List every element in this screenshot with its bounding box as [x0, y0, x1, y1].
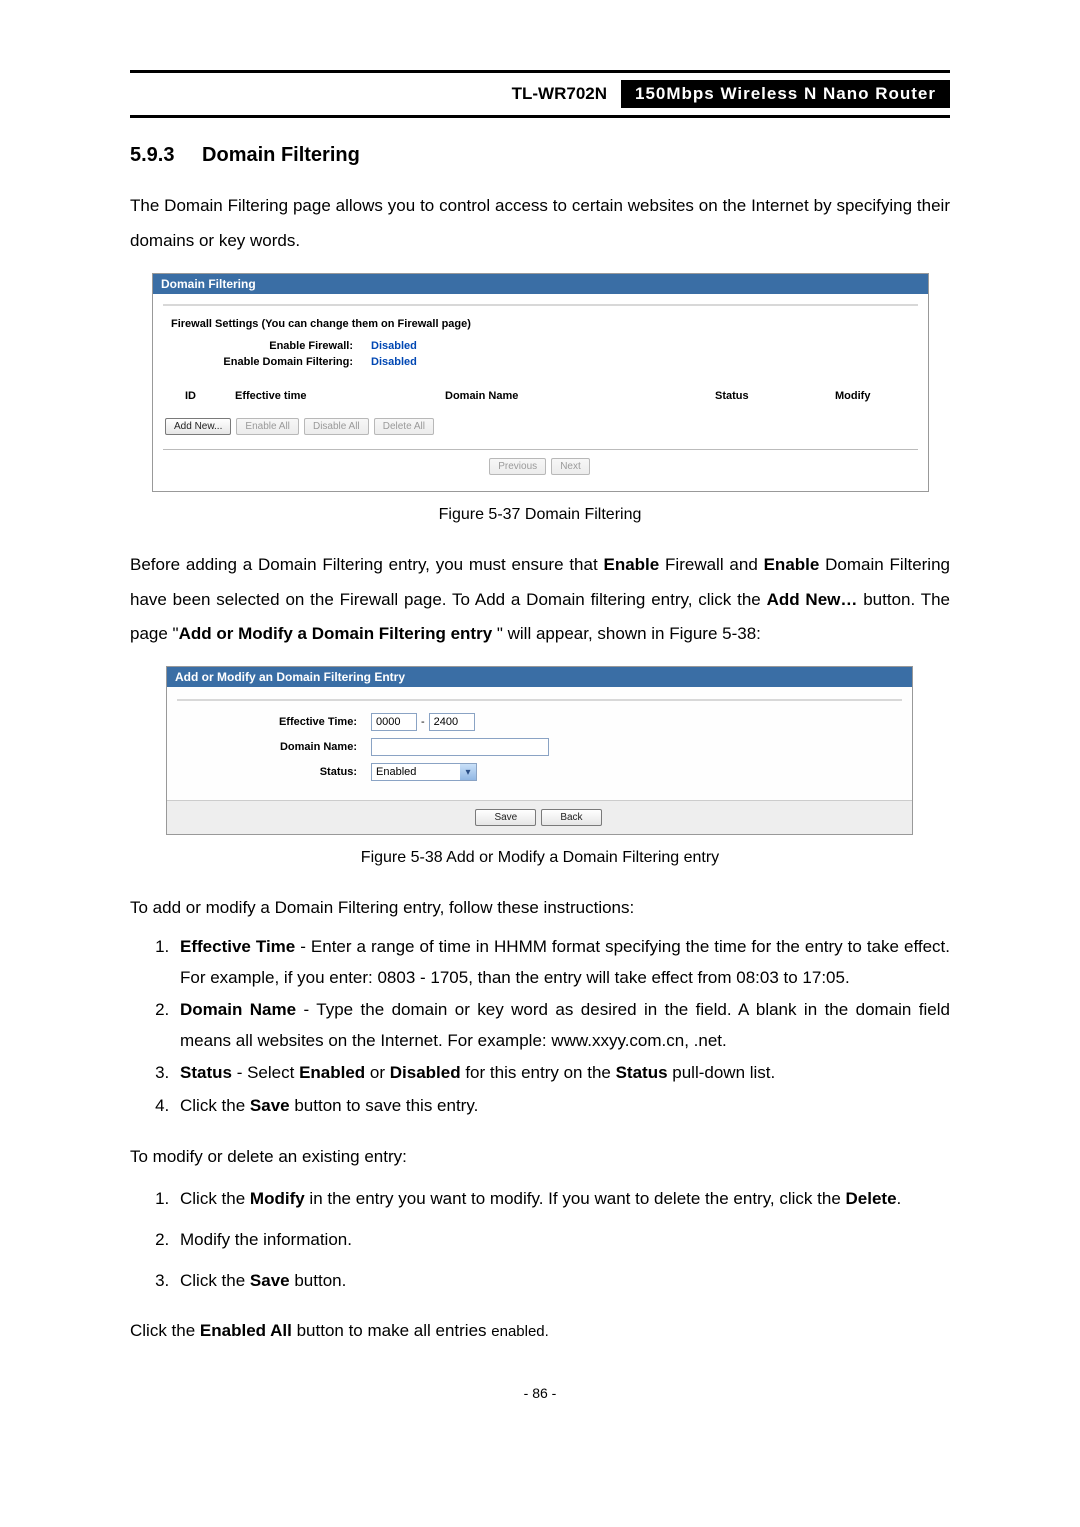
delete-all-button[interactable]: Delete All	[374, 418, 434, 435]
enable-all-button[interactable]: Enable All	[236, 418, 298, 435]
col-domain-name: Domain Name	[445, 390, 715, 402]
status-select-value: Enabled	[376, 766, 416, 778]
doc-header: TL-WR702N 150Mbps Wireless N Nano Router	[130, 70, 950, 118]
pager-row: Previous Next	[163, 458, 918, 481]
back-button[interactable]: Back	[541, 809, 601, 826]
figure-add-modify-entry: Add or Modify an Domain Filtering Entry …	[166, 666, 913, 835]
enable-firewall-label: Enable Firewall:	[163, 340, 353, 352]
list-item: Effective Time - Enter a range of time i…	[174, 932, 950, 993]
footer-line: Click the Enabled All button to make all…	[130, 1314, 950, 1349]
domain-name-input[interactable]	[371, 738, 549, 756]
figure-1-caption: Figure 5-37 Domain Filtering	[130, 506, 950, 524]
effective-time-label: Effective Time:	[177, 716, 357, 728]
previous-button[interactable]: Previous	[489, 458, 546, 475]
domain-name-label: Domain Name:	[177, 741, 357, 753]
enable-firewall-value: Disabled	[371, 340, 417, 352]
section-title: Domain Filtering	[202, 144, 360, 166]
effective-time-to-input[interactable]: 2400	[429, 713, 475, 731]
panel-title-2: Add or Modify an Domain Filtering Entry	[167, 667, 912, 687]
intro-paragraph: The Domain Filtering page allows you to …	[130, 189, 950, 259]
modify-intro: To modify or delete an existing entry:	[130, 1140, 950, 1175]
panel-title: Domain Filtering	[153, 274, 928, 294]
disable-all-button[interactable]: Disable All	[304, 418, 369, 435]
section-heading: 5.9.3 Domain Filtering	[130, 144, 950, 167]
page-number: - 86 -	[130, 1385, 950, 1401]
col-status: Status	[715, 390, 835, 402]
add-new-button[interactable]: Add New...	[165, 418, 231, 435]
firewall-settings-subhead: Firewall Settings (You can change them o…	[171, 318, 918, 330]
paragraph-before-fig2: Before adding a Domain Filtering entry, …	[130, 548, 950, 653]
save-button[interactable]: Save	[475, 809, 536, 826]
figure-domain-filtering: Domain Filtering Firewall Settings (You …	[152, 273, 929, 492]
list-item: Click the Save button to save this entry…	[174, 1091, 950, 1122]
effective-time-from-input[interactable]: 0000	[371, 713, 417, 731]
model-desc: 150Mbps Wireless N Nano Router	[621, 80, 950, 108]
form-action-row: Save Back	[167, 800, 912, 834]
figure-2-caption: Figure 5-38 Add or Modify a Domain Filte…	[130, 849, 950, 867]
status-label: Status:	[177, 766, 357, 778]
model-number: TL-WR702N	[498, 80, 621, 108]
chevron-down-icon: ▾	[460, 764, 476, 780]
status-select[interactable]: Enabled ▾	[371, 763, 477, 781]
list-item: Click the Modify in the entry you want t…	[174, 1184, 950, 1215]
section-number: 5.9.3	[130, 144, 174, 166]
enable-domain-value: Disabled	[371, 356, 417, 368]
col-id: ID	[185, 390, 235, 402]
enable-domain-label: Enable Domain Filtering:	[163, 356, 353, 368]
instructions-intro: To add or modify a Domain Filtering entr…	[130, 891, 950, 926]
instructions-list: Effective Time - Enter a range of time i…	[130, 932, 950, 1122]
col-effective-time: Effective time	[235, 390, 445, 402]
modify-list: Click the Modify in the entry you want t…	[130, 1184, 950, 1296]
filter-action-row: Add New... Enable All Disable All Delete…	[163, 418, 918, 435]
list-item: Domain Name - Type the domain or key wor…	[174, 995, 950, 1056]
filter-table-header: ID Effective time Domain Name Status Mod…	[163, 390, 918, 402]
list-item: Modify the information.	[174, 1225, 950, 1256]
list-item: Click the Save button.	[174, 1266, 950, 1297]
next-button[interactable]: Next	[551, 458, 590, 475]
list-item: Status - Select Enabled or Disabled for …	[174, 1058, 950, 1089]
col-modify: Modify	[835, 390, 905, 402]
time-dash: -	[421, 716, 425, 728]
